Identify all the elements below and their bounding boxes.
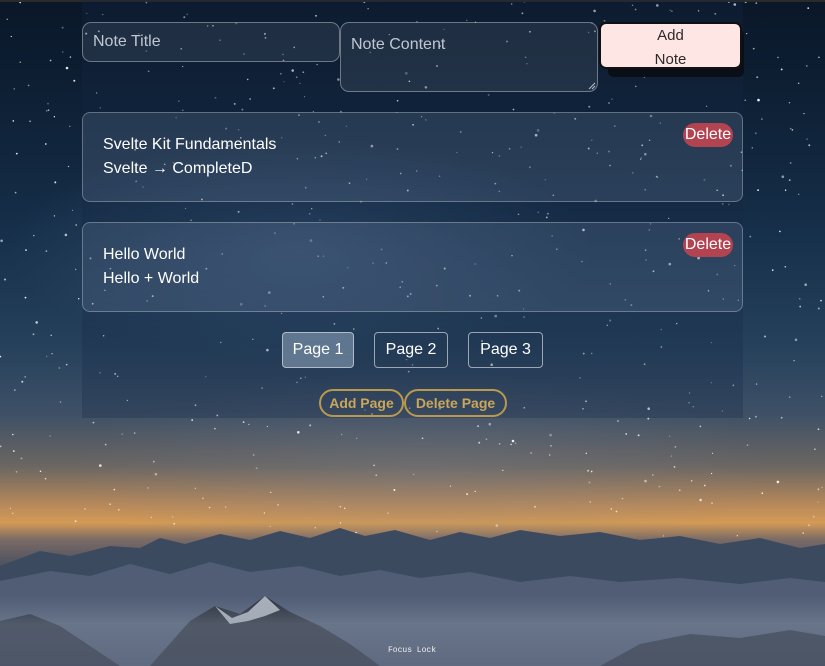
focus-lock-label: Focus Lock bbox=[388, 646, 437, 655]
note-body: Svelte → CompleteD bbox=[103, 160, 253, 177]
page-1-button[interactable]: Page 1 bbox=[282, 332, 354, 368]
add-note-button[interactable]: Add Note bbox=[599, 22, 742, 69]
textarea-resize-grip-icon[interactable] bbox=[588, 82, 596, 90]
note-content-input[interactable] bbox=[340, 22, 598, 92]
note-title: Svelte Kit Fundamentals bbox=[103, 136, 277, 153]
page-3-button[interactable]: Page 3 bbox=[468, 332, 543, 368]
note-title-input[interactable] bbox=[82, 22, 340, 62]
note-card: Hello World Hello + World Delete bbox=[82, 222, 743, 312]
delete-note-button[interactable]: Delete bbox=[683, 233, 733, 257]
add-note-label-line2: Note bbox=[654, 51, 687, 68]
add-note-label-line1: Add bbox=[657, 27, 684, 44]
page-2-button[interactable]: Page 2 bbox=[374, 332, 448, 368]
fog-layer bbox=[0, 596, 825, 666]
note-card: Svelte Kit Fundamentals Svelte → Complet… bbox=[82, 112, 743, 202]
note-title: Hello World bbox=[103, 246, 186, 263]
add-page-button[interactable]: Add Page bbox=[319, 389, 404, 417]
delete-note-button[interactable]: Delete bbox=[683, 123, 733, 147]
delete-page-button[interactable]: Delete Page bbox=[404, 389, 507, 417]
note-body: Hello + World bbox=[103, 270, 200, 287]
